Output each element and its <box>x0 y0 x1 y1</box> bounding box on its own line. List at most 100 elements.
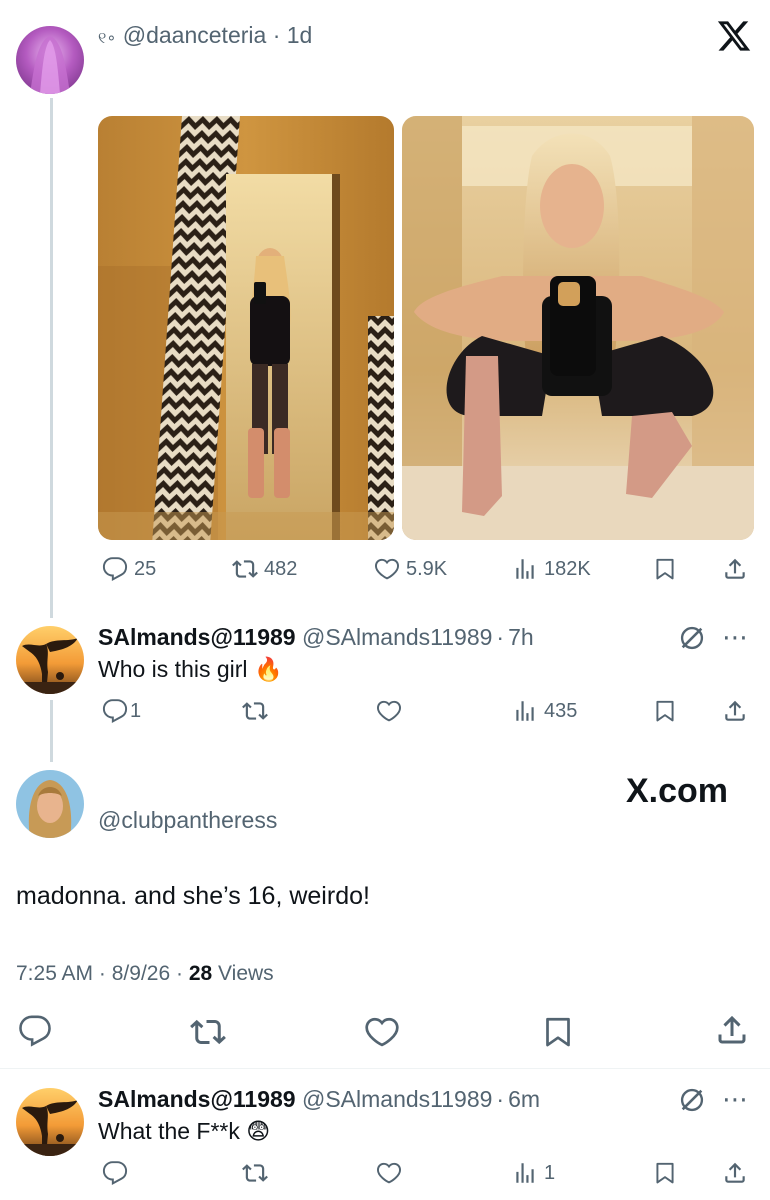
bookmark-icon <box>656 700 674 722</box>
bookmark-button[interactable] <box>652 1160 678 1186</box>
analytics-icon <box>516 559 534 579</box>
avatar[interactable] <box>16 626 84 694</box>
heart-icon <box>376 700 402 722</box>
watermark-text: X.com <box>626 772 729 810</box>
reply-button[interactable]: 1 <box>102 698 141 724</box>
like-button[interactable]: 5.9K <box>374 556 447 582</box>
reply-header: SAlmands@11989 @SAlmands11989 · 6m <box>98 1086 540 1113</box>
thread-line <box>50 98 53 618</box>
avatar-image <box>28 780 72 838</box>
heart-icon <box>374 558 400 580</box>
fire-emoji: 🔥 <box>253 656 283 682</box>
bookmark-icon <box>546 1017 570 1047</box>
repost-icon <box>242 702 268 720</box>
views-count: 28 <box>188 962 213 985</box>
separator: · <box>272 22 281 48</box>
repost-icon <box>242 1164 268 1182</box>
share-icon <box>718 1015 746 1044</box>
post-time[interactable]: 6m <box>508 1086 540 1112</box>
reply-text: Who is this girl 🔥 <box>98 656 283 683</box>
reply-button[interactable] <box>18 1014 52 1048</box>
share-button[interactable] <box>722 556 748 582</box>
author-handle[interactable]: @SAlmands11989 <box>302 624 492 650</box>
share-button[interactable] <box>722 1160 748 1186</box>
reply-count: 25 <box>134 557 157 580</box>
analytics-icon <box>516 701 534 721</box>
more-icon[interactable]: ⋯ <box>722 1084 749 1115</box>
views-button[interactable]: 182K <box>512 556 591 582</box>
author-handle[interactable]: @SAlmands11989 <box>302 1086 492 1112</box>
reply-body: Who is this girl <box>98 656 248 682</box>
post-time[interactable]: 7:25 AM <box>16 962 93 985</box>
share-icon <box>725 1162 745 1183</box>
x-logo-icon <box>716 18 752 63</box>
post-photo-1[interactable] <box>98 116 394 540</box>
author-handle[interactable]: @clubpantheress <box>98 807 277 834</box>
separator: · <box>496 624 505 650</box>
repost-button[interactable] <box>190 1014 226 1050</box>
avatar-image <box>16 638 84 694</box>
like-button[interactable] <box>376 1160 402 1186</box>
views-button[interactable]: 435 <box>512 698 577 724</box>
avatar[interactable] <box>16 26 84 94</box>
bookmark-button[interactable] <box>652 698 678 724</box>
reply-text: What the F**k 😨 <box>98 1118 270 1145</box>
analytics-icon <box>516 1163 534 1183</box>
avatar-image <box>16 1100 84 1156</box>
views-button[interactable]: 1 <box>512 1160 555 1186</box>
post-time[interactable]: 1d <box>287 22 313 48</box>
avatar-image <box>30 36 70 94</box>
display-name[interactable]: SAlmands@11989 <box>98 624 296 650</box>
reply-icon <box>102 699 128 723</box>
bookmark-button[interactable] <box>540 1014 576 1050</box>
reply-count: 1 <box>130 699 142 722</box>
author-handle[interactable]: @daanceteria <box>123 22 267 48</box>
share-button[interactable] <box>722 698 748 724</box>
share-icon <box>725 700 745 721</box>
bookmark-icon <box>656 1162 674 1184</box>
repost-button[interactable] <box>242 698 268 724</box>
views-label: Views <box>218 962 274 985</box>
share-button[interactable] <box>714 1012 750 1048</box>
thread-line <box>50 700 53 762</box>
repost-button[interactable] <box>242 1160 268 1186</box>
heart-icon <box>365 1017 399 1047</box>
like-button[interactable] <box>364 1014 400 1050</box>
more-icon[interactable]: ⋯ <box>722 622 749 653</box>
reply-icon <box>19 1015 51 1047</box>
post-time[interactable]: 7h <box>508 624 534 650</box>
post-photo-2[interactable] <box>402 116 754 540</box>
share-icon <box>725 558 745 579</box>
watermark: X.com <box>626 772 728 811</box>
separator: · <box>175 962 183 985</box>
display-name[interactable]: SAlmands@11989 <box>98 1086 296 1112</box>
like-button[interactable] <box>376 698 402 724</box>
reply-header: SAlmands@11989 @SAlmands11989 · 7h <box>98 624 534 651</box>
views-count: 435 <box>544 699 578 722</box>
grok-icon[interactable] <box>678 1086 706 1119</box>
separator: · <box>496 1086 505 1112</box>
reply-icon <box>102 1161 128 1185</box>
repost-button[interactable]: 482 <box>232 556 297 582</box>
separator: · <box>98 962 106 985</box>
reply-button[interactable] <box>102 1160 128 1186</box>
photo-illustration <box>98 116 394 540</box>
divider <box>0 1068 770 1069</box>
repost-icon <box>232 560 258 578</box>
bookmark-icon <box>656 558 674 580</box>
reply-body: What the F**k <box>98 1118 240 1144</box>
photo-illustration <box>402 116 754 540</box>
post-date[interactable]: 8/9/26 <box>112 962 170 985</box>
grok-icon[interactable] <box>678 624 706 657</box>
reply-icon <box>102 557 128 581</box>
heart-icon <box>376 1162 402 1184</box>
fearful-emoji: 😨 <box>246 1118 271 1144</box>
avatar[interactable] <box>16 770 84 838</box>
bookmark-button[interactable] <box>652 556 678 582</box>
post-text: madonna. and she’s 16, weirdo! <box>16 882 370 910</box>
repost-count: 482 <box>264 557 298 580</box>
views-count: 182K <box>544 557 591 580</box>
reply-button[interactable]: 25 <box>102 556 156 582</box>
avatar[interactable] <box>16 1088 84 1156</box>
repost-icon <box>190 1019 226 1045</box>
